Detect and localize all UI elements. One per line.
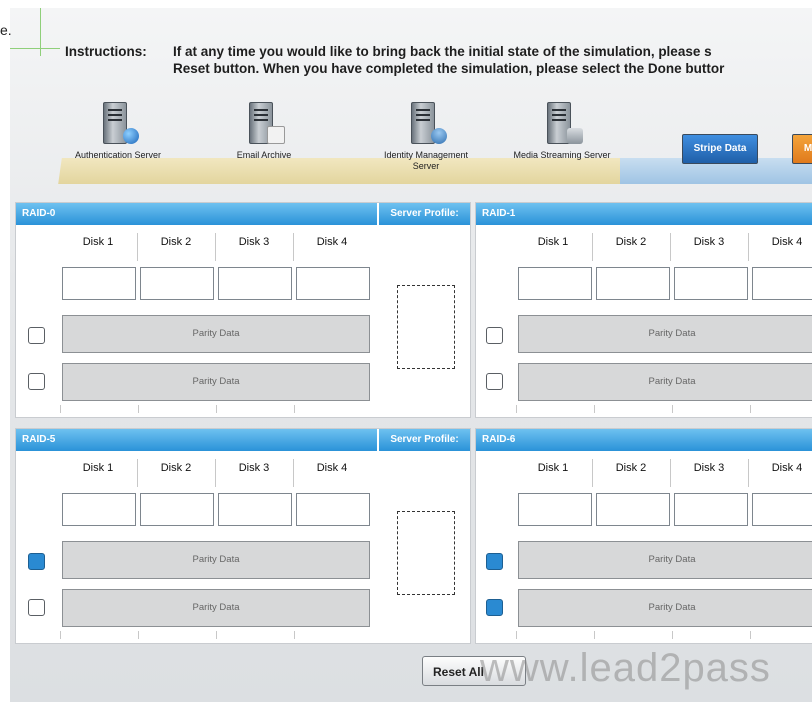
server-email-archive[interactable]: Email Archive	[214, 102, 314, 161]
disk-4-label: Disk 4	[316, 462, 348, 474]
corner-text: e.	[0, 22, 12, 38]
disk-1-label: Disk 1	[82, 462, 114, 474]
parity-checkbox[interactable]	[28, 599, 45, 616]
disk-slot[interactable]	[752, 493, 812, 526]
server-name: Identity Management Server	[383, 150, 469, 171]
simulation-frame: Instructions: If at any time you would li…	[10, 8, 812, 702]
frame-decoration	[10, 48, 60, 49]
parity-checkbox-checked[interactable]	[486, 553, 503, 570]
instructions-line-1: If at any time you would like to bring b…	[173, 44, 712, 59]
parity-data-row: Parity Data	[62, 541, 370, 579]
disk-slot[interactable]	[62, 493, 136, 526]
mirror-button[interactable]: M	[792, 134, 812, 164]
disk-slot[interactable]	[596, 493, 670, 526]
parity-data-row: Parity Data	[518, 589, 812, 627]
server-authentication[interactable]: Authentication Server	[68, 102, 168, 161]
disk-slot[interactable]	[674, 493, 748, 526]
parity-checkbox[interactable]	[28, 373, 45, 390]
identity-server-icon	[411, 102, 447, 144]
disk-3-label: Disk 3	[238, 236, 270, 248]
stripe-data-button[interactable]: Stripe Data	[682, 134, 758, 164]
disk-4-label: Disk 4	[316, 236, 348, 248]
disk-slot[interactable]	[596, 267, 670, 300]
disk-4-label: Disk 4	[771, 462, 803, 474]
database-server-icon	[547, 102, 583, 144]
server-name: Media Streaming Server	[513, 150, 611, 160]
parity-data-row: Parity Data	[518, 541, 812, 579]
disk-slot[interactable]	[518, 267, 592, 300]
server-media-streaming[interactable]: Media Streaming Server	[512, 102, 612, 161]
disk-slot[interactable]	[140, 267, 214, 300]
disk-1-label: Disk 1	[82, 236, 114, 248]
panel-title: RAID-6	[476, 429, 812, 451]
disk-3-label: Disk 3	[693, 462, 725, 474]
panel-title: RAID-5	[16, 429, 377, 451]
instructions-line-2: Reset button. When you have completed th…	[173, 61, 725, 76]
raid-0-panel: RAID-0 Server Profile: Disk 1 Disk 2 Dis…	[15, 202, 471, 418]
disk-slot[interactable]	[296, 493, 370, 526]
disk-2-label: Disk 2	[615, 462, 647, 474]
raid-6-panel: RAID-6 Disk 1 Disk 2 Disk 3 Disk 4 Parit…	[475, 428, 812, 644]
disk-1-label: Disk 1	[537, 236, 569, 248]
panel-title: RAID-1	[476, 203, 812, 225]
parity-checkbox[interactable]	[486, 327, 503, 344]
parity-checkbox[interactable]	[486, 373, 503, 390]
server-profile-dropzone[interactable]	[397, 285, 455, 369]
panel-title: RAID-0	[16, 203, 377, 225]
parity-checkbox-checked[interactable]	[28, 553, 45, 570]
disk-4-label: Disk 4	[771, 236, 803, 248]
parity-checkbox[interactable]	[28, 327, 45, 344]
parity-data-row: Parity Data	[518, 363, 812, 401]
globe-server-icon	[103, 102, 139, 144]
disk-2-label: Disk 2	[160, 462, 192, 474]
disk-3-label: Disk 3	[693, 236, 725, 248]
disk-1-label: Disk 1	[537, 462, 569, 474]
server-identity-management[interactable]: Identity Management Server	[376, 102, 476, 172]
disk-slot[interactable]	[518, 493, 592, 526]
disk-slot[interactable]	[674, 267, 748, 300]
parity-checkbox-checked[interactable]	[486, 599, 503, 616]
disk-slot[interactable]	[296, 267, 370, 300]
server-profile-label: Server Profile:	[379, 429, 470, 451]
parity-data-row: Parity Data	[62, 315, 370, 353]
instructions-label: Instructions:	[65, 44, 147, 59]
disk-2-label: Disk 2	[615, 236, 647, 248]
parity-data-row: Parity Data	[62, 589, 370, 627]
disk-slot[interactable]	[62, 267, 136, 300]
instructions: Instructions: If at any time you would li…	[65, 43, 812, 77]
disk-3-label: Disk 3	[238, 462, 270, 474]
disk-slot[interactable]	[218, 267, 292, 300]
disk-slot[interactable]	[140, 493, 214, 526]
raid-1-panel: RAID-1 Disk 1 Disk 2 Disk 3 Disk 4 Parit…	[475, 202, 812, 418]
parity-data-row: Parity Data	[62, 363, 370, 401]
parity-data-row: Parity Data	[518, 315, 812, 353]
disk-slot[interactable]	[752, 267, 812, 300]
server-name: Email Archive	[236, 150, 292, 160]
disk-2-label: Disk 2	[160, 236, 192, 248]
disk-slot[interactable]	[218, 493, 292, 526]
raid-5-panel: RAID-5 Server Profile: Disk 1 Disk 2 Dis…	[15, 428, 471, 644]
server-name: Authentication Server	[74, 150, 162, 160]
watermark: www.lead2pass	[480, 646, 771, 690]
server-profile-label: Server Profile:	[379, 203, 470, 225]
server-profile-dropzone[interactable]	[397, 511, 455, 595]
email-server-icon	[249, 102, 285, 144]
